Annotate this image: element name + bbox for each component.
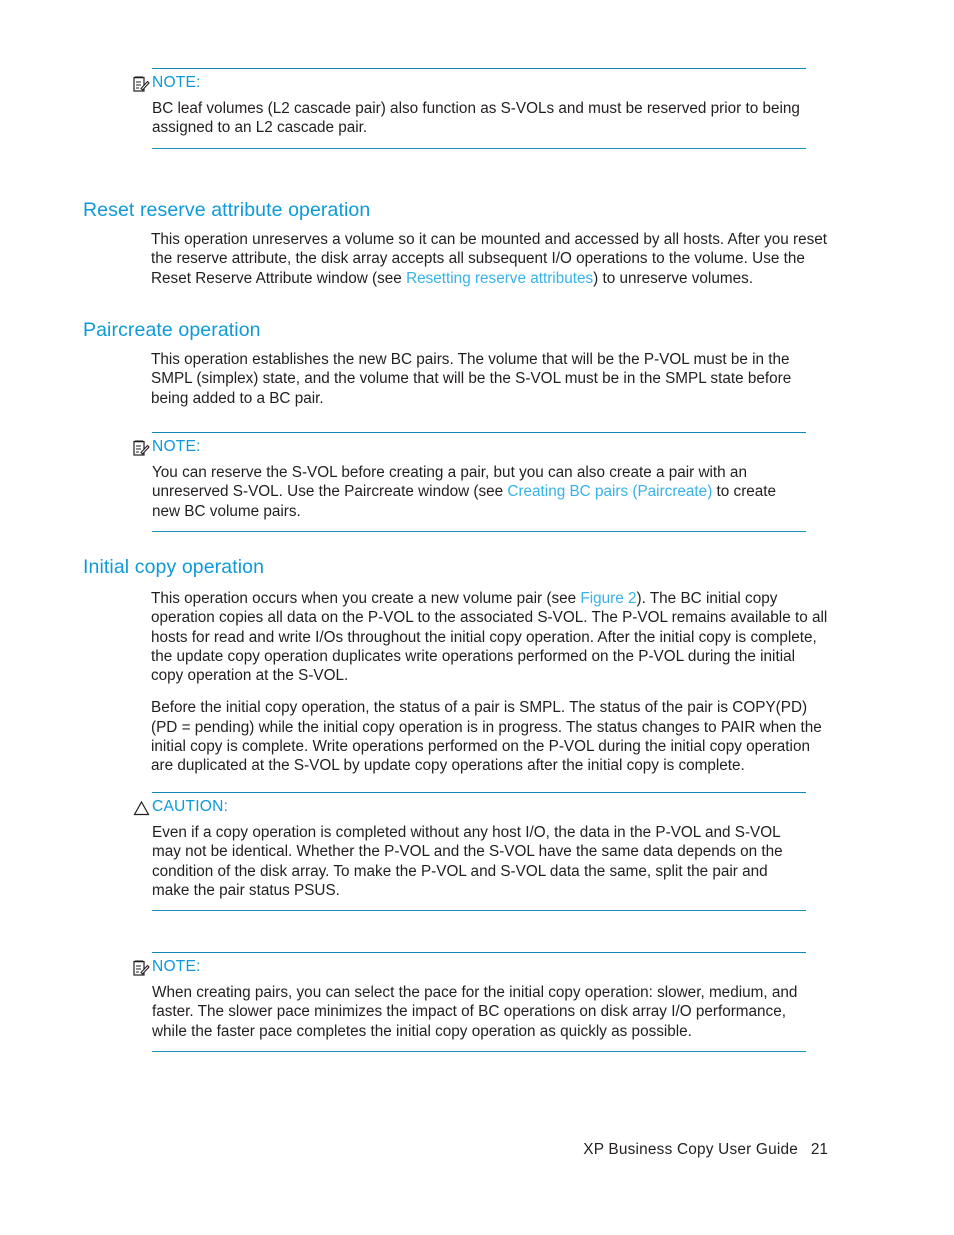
admonition-bottom-rule [152,1050,806,1052]
admonition-bottom-rule [152,530,806,532]
note-header: NOTE: [133,74,806,96]
note-icon [133,439,150,457]
caution-header: CAUTION: [133,798,806,820]
note-text: When creating pairs, you can select the … [152,984,798,1040]
note-icon [133,959,150,977]
note-text: BC leaf volumes (L2 cascade pair) also f… [152,100,800,137]
paragraph-text-before: This operation occurs when you create a … [151,590,581,607]
note-body: You can reserve the S-VOL before creatin… [152,460,806,531]
footer-guide-title: XP Business Copy User Guide [583,1141,798,1158]
note-block-2: NOTE: You can reserve the S-VOL before c… [133,432,806,532]
caution-label: CAUTION: [152,798,229,815]
note-header: NOTE: [133,958,806,980]
admonition-top-rule [152,68,806,69]
footer-page-number: 21 [810,1141,828,1158]
note-text: You can reserve the S-VOL before creatin… [152,463,806,521]
section-initial-copy-body: This operation occurs when you create a … [151,589,829,782]
page-footer: XP Business Copy User Guide 21 [0,1141,954,1165]
note-label: NOTE: [152,958,201,975]
note-body: When creating pairs, you can select the … [152,980,806,1051]
paragraph: This operation occurs when you create a … [151,589,829,685]
paragraph: This operation unreserves a volume so it… [151,230,829,288]
admonition-top-rule [152,792,806,793]
section-paircreate-body: This operation establishes the new BC pa… [151,350,829,414]
heading-reset-reserve-attribute-operation: Reset reserve attribute operation [83,199,371,221]
heading-paircreate-operation: Paircreate operation [83,319,261,341]
link-creating-bc-pairs-paircreate[interactable]: Creating BC pairs (Paircreate) [507,483,712,500]
caution-text: Even if a copy operation is completed wi… [152,824,783,899]
note-label: NOTE: [152,74,201,91]
document-page: NOTE: BC leaf volumes (L2 cascade pair) … [0,0,954,1235]
note-icon [133,75,150,93]
caution-body: Even if a copy operation is completed wi… [152,820,806,910]
note-block-3: NOTE: When creating pairs, you can selec… [133,952,806,1052]
admonition-top-rule [152,952,806,953]
paragraph: This operation establishes the new BC pa… [151,351,792,407]
admonition-bottom-rule [152,147,806,149]
paragraph: Before the initial copy operation, the s… [151,699,822,775]
caution-triangle-icon [133,799,150,817]
link-figure-2[interactable]: Figure 2 [580,590,636,607]
caution-block: CAUTION: Even if a copy operation is com… [133,792,806,912]
note-header: NOTE: [133,438,806,460]
section-reset-reserve-body: This operation unreserves a volume so it… [151,230,829,294]
paragraph-text-after: ) to unreserve volumes. [593,269,753,287]
link-resetting-reserve-attributes[interactable]: Resetting reserve attributes [406,270,593,287]
note-body: BC leaf volumes (L2 cascade pair) also f… [152,96,806,148]
note-label: NOTE: [152,438,201,455]
admonition-bottom-rule [152,910,806,912]
note-block-1: NOTE: BC leaf volumes (L2 cascade pair) … [133,68,806,149]
admonition-top-rule [152,432,806,433]
heading-initial-copy-operation: Initial copy operation [83,556,265,578]
